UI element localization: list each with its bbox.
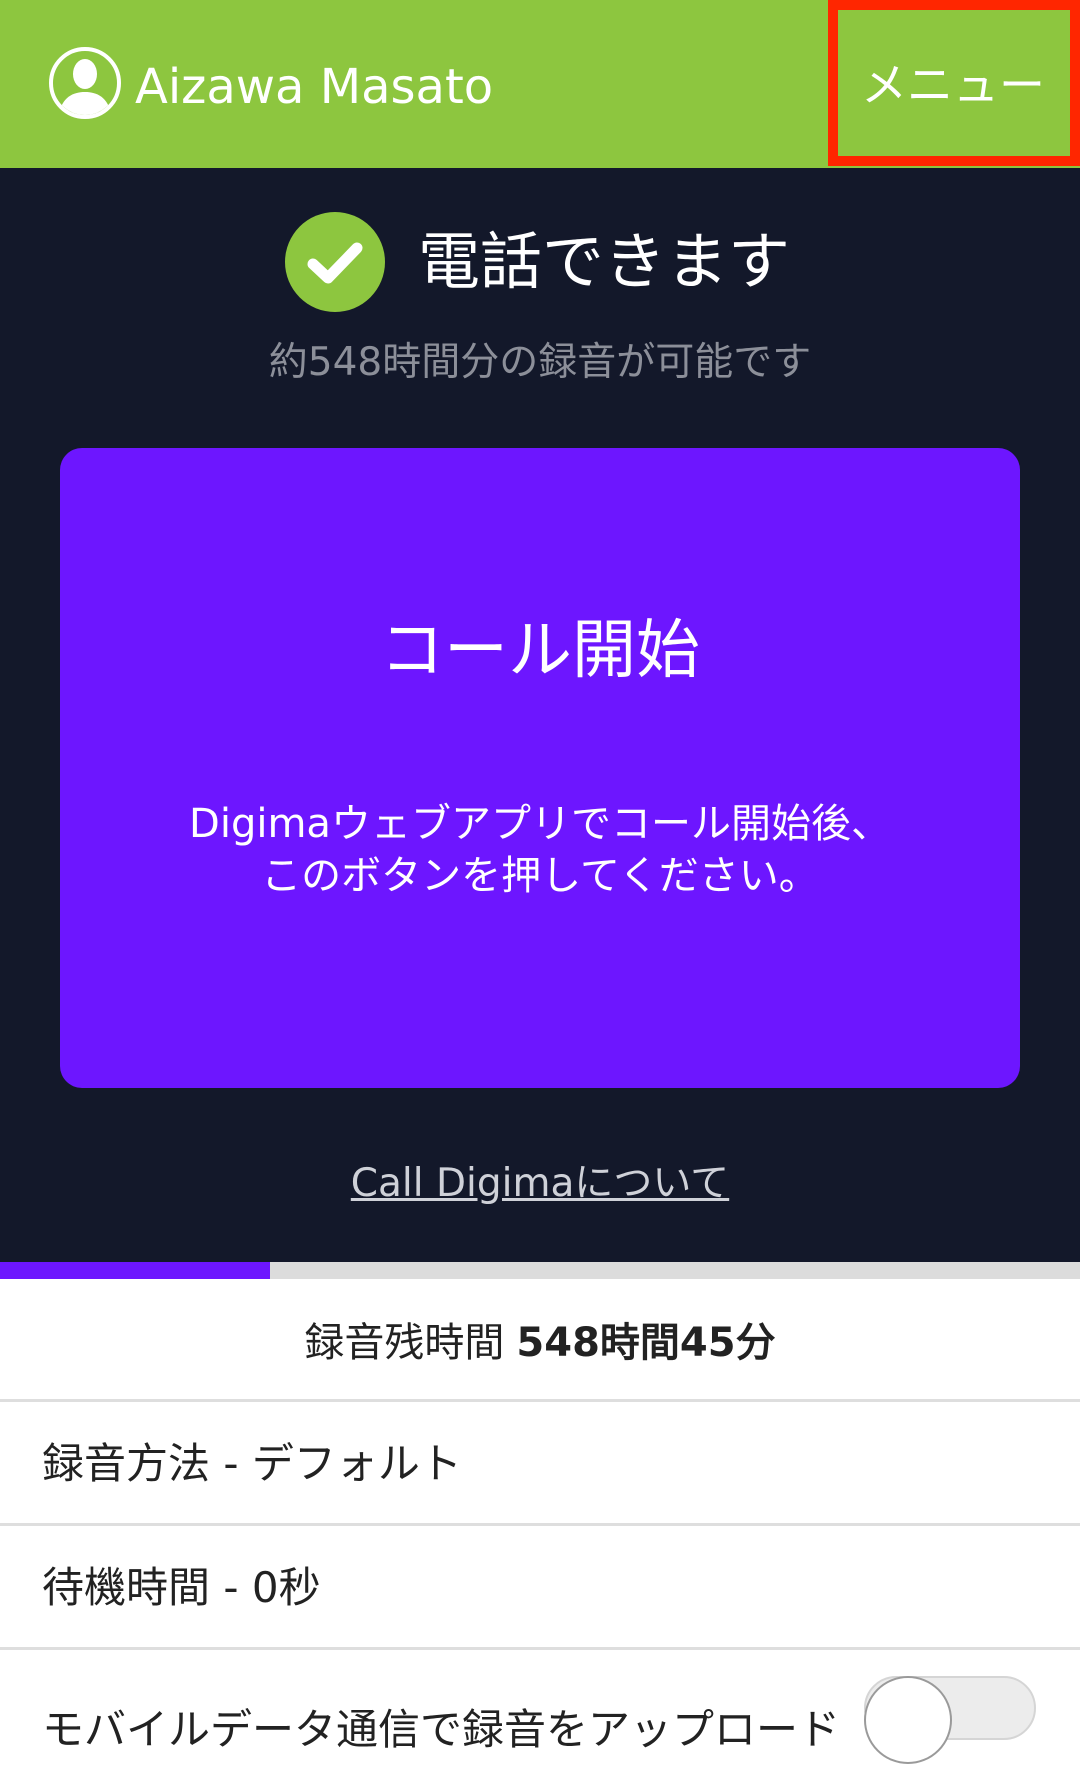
setting-recording-method-label: 録音方法 - デフォルト (42, 1439, 462, 1488)
app-header: Aizawa Masato メニュー (0, 0, 1080, 168)
status-row: 電話できます (0, 212, 1080, 312)
user-name: Aizawa Masato (135, 59, 494, 115)
user-avatar-icon (49, 47, 121, 119)
setting-wait-time-label: 待機時間 - 0秒 (42, 1563, 321, 1612)
storage-progress-fill (0, 1262, 270, 1279)
call-start-button[interactable]: コール開始 Digimaウェブアプリでコール開始後、 このボタンを押してください… (60, 448, 1020, 1088)
remaining-time-value: 548時間45分 (516, 1320, 776, 1366)
remaining-time-row: 録音残時間 548時間45分 (0, 1279, 1080, 1402)
call-start-description: Digimaウェブアプリでコール開始後、 このボタンを押してください。 (60, 798, 1020, 902)
mobile-data-upload-toggle[interactable] (864, 1676, 1036, 1764)
setting-mobile-data-upload: モバイルデータ通信で録音をアップロード (0, 1650, 1080, 1774)
status-title: 電話できます (418, 225, 791, 298)
check-circle-icon (285, 212, 385, 312)
call-start-description-line2: このボタンを押してください。 (261, 853, 819, 899)
storage-progress-bar (0, 1262, 1080, 1279)
setting-mobile-data-upload-label: モバイルデータ通信で録音をアップロード (42, 1705, 841, 1754)
setting-recording-method[interactable]: 録音方法 - デフォルト (0, 1402, 1080, 1526)
remaining-time-label: 録音残時間 (304, 1320, 505, 1366)
call-start-description-line1: Digimaウェブアプリでコール開始後、 (189, 801, 891, 847)
menu-button[interactable]: メニュー (852, 24, 1054, 140)
recording-capacity-text: 約548時間分の録音が可能です (268, 340, 812, 385)
about-link[interactable]: Call Digimaについて (0, 1158, 1080, 1210)
toggle-knob (864, 1676, 952, 1764)
call-start-title: コール開始 (380, 614, 700, 688)
setting-wait-time[interactable]: 待機時間 - 0秒 (0, 1526, 1080, 1650)
